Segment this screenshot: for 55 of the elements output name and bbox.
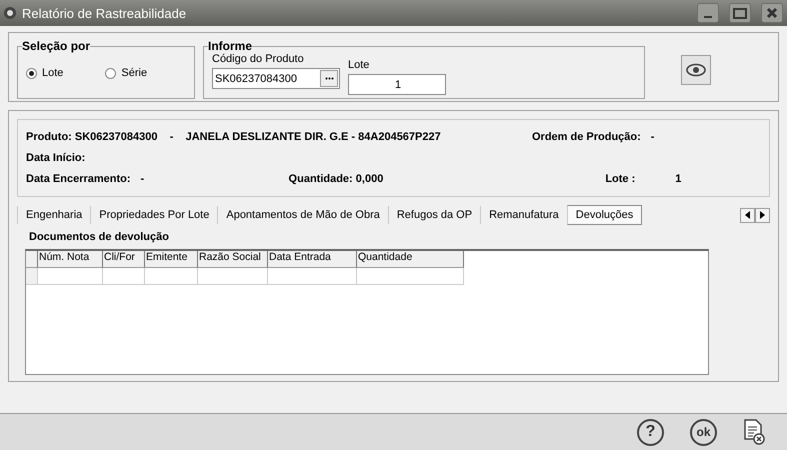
radio-option[interactable]: Lote <box>26 67 64 79</box>
radio-option[interactable]: Série <box>105 67 148 79</box>
column-header[interactable]: Razão Social <box>198 251 268 268</box>
close-button[interactable] <box>761 3 783 23</box>
order-value: - <box>650 130 654 143</box>
tab[interactable]: Refugos da OP <box>388 206 480 224</box>
minimize-icon <box>704 16 712 18</box>
radio-dot-icon <box>29 70 34 76</box>
start-date-label: Data Início: <box>26 152 86 164</box>
table-cell[interactable] <box>103 268 145 285</box>
end-date-label: Data Encerramento: <box>26 173 131 186</box>
input-field[interactable]: SK06237084300 <box>212 68 340 89</box>
tab[interactable]: Engenharia <box>17 206 90 224</box>
document-cancel-icon <box>743 419 765 445</box>
eye-icon <box>686 63 706 77</box>
minimize-button[interactable] <box>697 3 719 23</box>
order-label: Ordem de Produção: <box>532 130 641 143</box>
scroll-left-icon[interactable] <box>740 208 755 222</box>
quantity-label: Quantidade: 0,000 <box>288 173 384 186</box>
tab[interactable]: Apontamentos de Mão de Obra <box>217 206 388 224</box>
more-icon[interactable] <box>320 70 338 87</box>
table-cell[interactable] <box>268 268 357 285</box>
row-header-cell[interactable] <box>26 268 38 285</box>
close-icon <box>766 7 778 19</box>
table-cell[interactable] <box>145 268 198 285</box>
section-title: Documentos de devolução <box>29 231 170 243</box>
table-cell[interactable] <box>198 268 268 285</box>
end-date-value: - <box>140 173 146 186</box>
column-header[interactable]: Cli/For <box>103 251 145 268</box>
column-header[interactable]: Quantidade <box>357 251 464 268</box>
tab[interactable]: Devoluções <box>566 205 642 225</box>
corner-header-cell <box>26 251 38 268</box>
preview-button[interactable] <box>681 55 711 85</box>
lot-label: Lote : <box>605 173 636 186</box>
lot-value: 1 <box>675 173 682 186</box>
maximize-icon <box>733 8 747 18</box>
field-label: Lote <box>348 59 370 71</box>
column-header[interactable]: Emitente <box>145 251 198 268</box>
column-header[interactable]: Data Entrada <box>268 251 357 268</box>
column-header[interactable]: Núm. Nota <box>38 251 103 268</box>
field-label: Código do Produto <box>212 53 305 65</box>
maximize-button[interactable] <box>729 3 751 23</box>
tab[interactable]: Propriedades Por Lote <box>90 206 218 224</box>
table-cell[interactable] <box>38 268 103 285</box>
product-label: Produto: SK06237084300 - JANELA DESLIZANTE DIR. G.E - 84A204567P227 <box>26 130 442 143</box>
table-cell[interactable] <box>357 268 464 285</box>
input-field[interactable]: 1 <box>348 74 446 95</box>
cancel-report-button[interactable] <box>743 419 765 445</box>
app-icon <box>4 7 16 19</box>
group-title: Seleção por <box>22 39 90 53</box>
help-button[interactable]: ? <box>637 418 664 446</box>
scroll-right-icon[interactable] <box>755 208 770 222</box>
ok-button[interactable]: ok <box>690 418 717 446</box>
window-title: Relatório de Rastreabilidade <box>22 6 188 20</box>
group-title: Informe <box>208 39 252 53</box>
